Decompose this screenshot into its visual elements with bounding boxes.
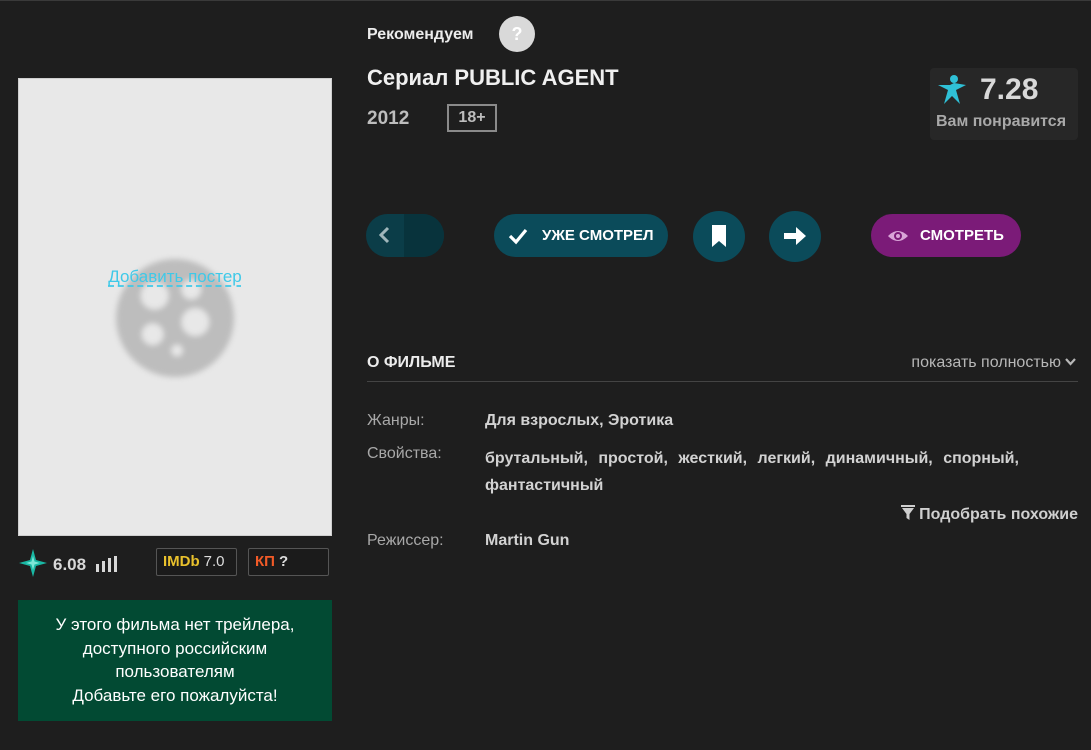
age-rating-badge: 18+ — [447, 104, 497, 132]
properties-label: Свойства: — [367, 445, 442, 462]
help-button[interactable]: ? — [499, 16, 535, 52]
already-watched-label: УЖЕ СМОТРЕЛ — [542, 227, 654, 244]
imdb-badge[interactable]: IMDb 7.0 — [156, 548, 237, 576]
score-value: 7.28 — [980, 73, 1039, 106]
chevron-left-icon — [378, 226, 390, 244]
person-star-icon — [938, 75, 966, 104]
show-more-link[interactable]: показать полностью — [911, 354, 1076, 372]
bookmark-icon — [712, 225, 726, 247]
kinopoisk-value: ? — [278, 553, 289, 570]
kinopoisk-badge[interactable]: КП? — [248, 548, 329, 576]
genre-link[interactable]: Эротика — [608, 412, 673, 429]
top-divider — [0, 0, 1091, 1]
already-watched-button[interactable]: УЖЕ СМОТРЕЛ — [494, 214, 668, 257]
recommend-label: Рекомендуем — [367, 26, 474, 43]
sparkle-star-icon — [19, 549, 47, 577]
trailer-line: пользователям — [115, 662, 235, 681]
previous-button[interactable] — [366, 214, 444, 257]
score-caption: Вам понравится — [936, 113, 1067, 130]
bookmark-button[interactable] — [693, 211, 745, 262]
property-link[interactable]: динамичный, — [826, 450, 933, 467]
imdb-value: 7.0 — [203, 553, 225, 570]
trailer-line: У этого фильма нет трейлера, — [55, 615, 295, 634]
find-similar-label: Подобрать похожие — [919, 506, 1078, 523]
kinopoisk-label: КП — [255, 553, 275, 570]
checkmark-icon — [508, 228, 528, 245]
filter-icon — [901, 505, 916, 520]
page-title: Сериал PUBLIC AGENT — [367, 65, 619, 90]
trailer-line: доступного российским — [82, 638, 268, 658]
ratings-row: 6.08 IMDb 7.0 КП? — [18, 546, 332, 580]
add-poster-link[interactable]: Добавить постер — [19, 267, 331, 287]
watch-label: СМОТРЕТЬ — [920, 227, 1004, 244]
property-link[interactable]: фантастичный — [485, 477, 603, 494]
site-rating-value: 6.08 — [53, 555, 87, 574]
property-link[interactable]: спорный, — [943, 450, 1019, 467]
show-more-label: показать полностью — [911, 354, 1061, 371]
no-trailer-notice[interactable]: У этого фильма нет трейлера, доступного … — [18, 600, 332, 721]
eye-icon — [888, 231, 908, 241]
arrow-right-icon — [784, 227, 806, 245]
properties-list: брутальный, простой, жесткий, легкий, ди… — [485, 445, 1060, 499]
rating-bars-icon — [96, 556, 117, 572]
property-link[interactable]: простой, — [598, 450, 668, 467]
property-link[interactable]: жесткий, — [678, 450, 747, 467]
prediction-score: 7.28 Вам понравится — [930, 68, 1078, 140]
poster-placeholder: Добавить постер — [18, 78, 332, 536]
director-label: Режиссер: — [367, 532, 444, 549]
genres-list: Для взрослых, Эротика — [485, 412, 673, 430]
about-heading: О ФИЛЬМЕ — [367, 354, 456, 371]
watch-button[interactable]: СМОТРЕТЬ — [871, 214, 1021, 257]
trailer-line: Добавьте его пожалуйста! — [72, 685, 278, 705]
director-name[interactable]: Martin Gun — [485, 532, 569, 550]
chevron-down-icon — [1065, 358, 1076, 366]
about-divider — [367, 381, 1078, 382]
genre-link[interactable]: Для взрослых, — [485, 412, 604, 429]
imdb-label: IMDb — [163, 553, 200, 570]
find-similar-button[interactable]: Подобрать похожие — [901, 505, 1078, 524]
release-year: 2012 — [367, 108, 410, 129]
property-link[interactable]: легкий, — [758, 450, 816, 467]
share-button[interactable] — [769, 211, 821, 262]
genres-label: Жанры: — [367, 412, 425, 429]
property-link[interactable]: брутальный, — [485, 450, 588, 467]
next-half[interactable] — [404, 214, 444, 257]
